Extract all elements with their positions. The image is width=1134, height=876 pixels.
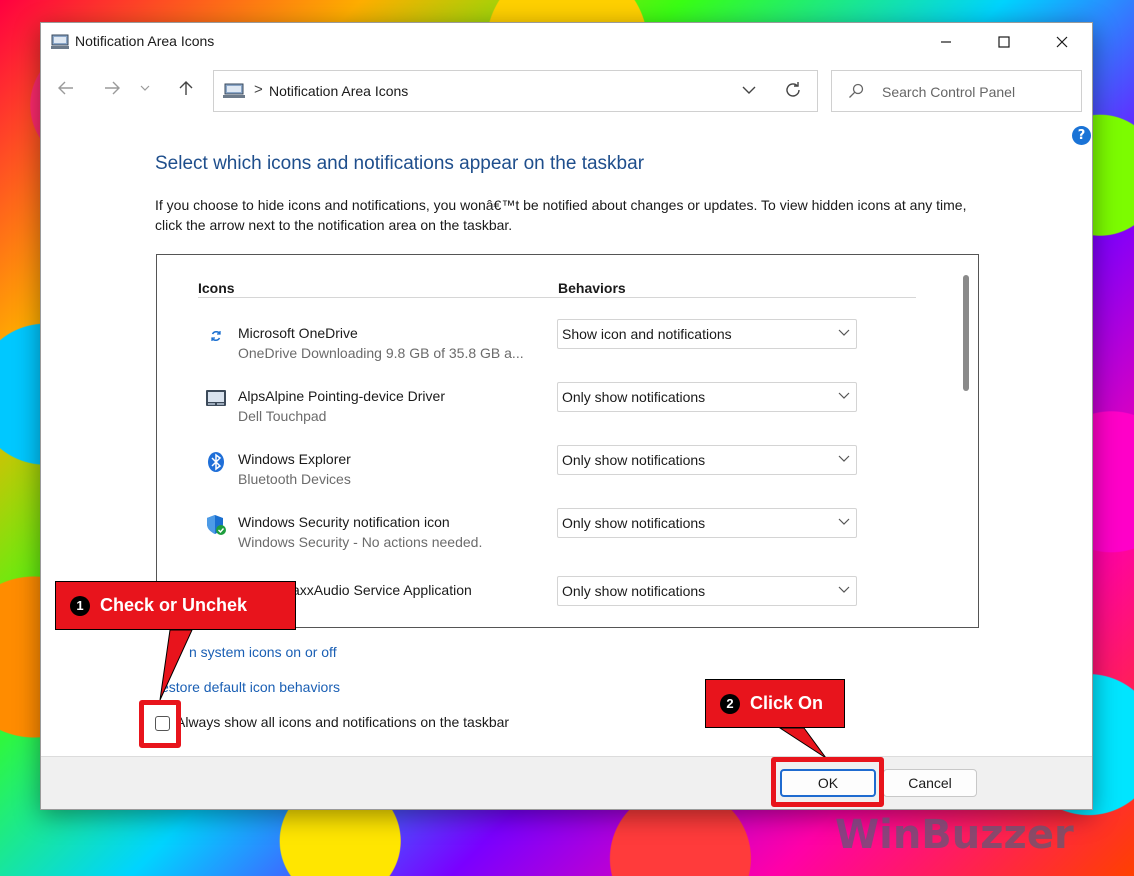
callout-text: Check or Unchek (100, 595, 248, 615)
callout-text: Click On (750, 693, 824, 713)
callout-check-or-uncheck: 1 Check or Unchek (55, 581, 296, 630)
watermark: WinBuzzer (835, 812, 1074, 858)
callout-click-on: 2 Click On (705, 679, 845, 728)
ok-button-highlight (771, 757, 884, 807)
callout-badge: 1 (70, 595, 90, 616)
callout-badge: 2 (720, 693, 740, 714)
checkbox-highlight (139, 700, 181, 748)
